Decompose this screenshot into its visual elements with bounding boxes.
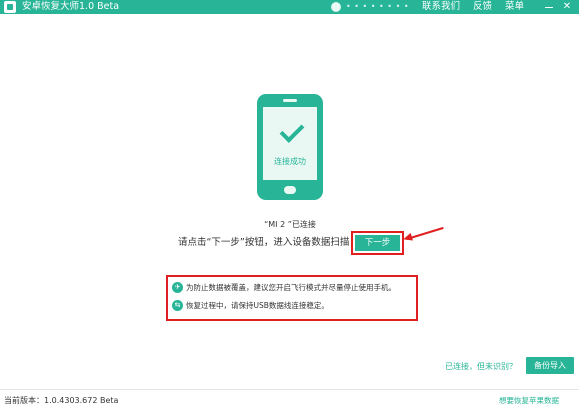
menu-feedback[interactable]: 反馈 (473, 0, 492, 14)
phone-speaker (283, 99, 297, 102)
tip-airplane-mode: 为防止数据被覆盖，建议您开启飞行模式并尽量停止使用手机。 (186, 283, 396, 292)
minimize-icon[interactable] (544, 0, 554, 14)
connection-success-label: 连接成功 (274, 157, 306, 166)
annotation-arrow-head (402, 232, 413, 244)
app-title: 安卓恢复大师1.0 Beta (22, 1, 120, 12)
close-icon[interactable]: ✕ (561, 0, 573, 14)
title-bar: 安卓恢复大师1.0 Beta • • • • • • • • 联系我们 反馈 菜… (0, 0, 579, 14)
tips-highlight-box (166, 275, 418, 321)
instruction-text: 请点击“下一步”按钮，进入设备数据扫描 (178, 237, 350, 248)
footer-divider (0, 389, 579, 390)
app-logo-icon (4, 1, 16, 13)
usb-icon: ⇆ (172, 300, 183, 311)
version-label: 当前版本：1.0.4303.672 Beta (4, 396, 119, 405)
menu-contact-us[interactable]: 联系我们 (422, 0, 460, 14)
user-avatar-icon[interactable] (331, 2, 341, 12)
menu-main[interactable]: 菜单 (505, 0, 524, 14)
ios-recovery-link[interactable]: 想要恢复苹果数据 (499, 395, 559, 406)
next-step-button[interactable]: 下一步 (355, 235, 400, 251)
connected-not-recognized-link[interactable]: 已连接，但未识别？ (445, 361, 517, 372)
checkmark-icon (279, 118, 305, 143)
phone-home-button (284, 186, 296, 194)
airplane-icon: ✈ (172, 282, 183, 293)
backup-import-button[interactable]: 备份导入 (526, 357, 574, 374)
phone-screen: 连接成功 (263, 107, 317, 180)
tip-usb-stable: 恢复过程中，请保持USB数据线连接稳定。 (186, 301, 329, 310)
phone-illustration: 连接成功 (257, 94, 323, 200)
device-status: “MI 2 ”已连接 (264, 220, 316, 229)
account-name[interactable]: • • • • • • • • (346, 0, 409, 14)
